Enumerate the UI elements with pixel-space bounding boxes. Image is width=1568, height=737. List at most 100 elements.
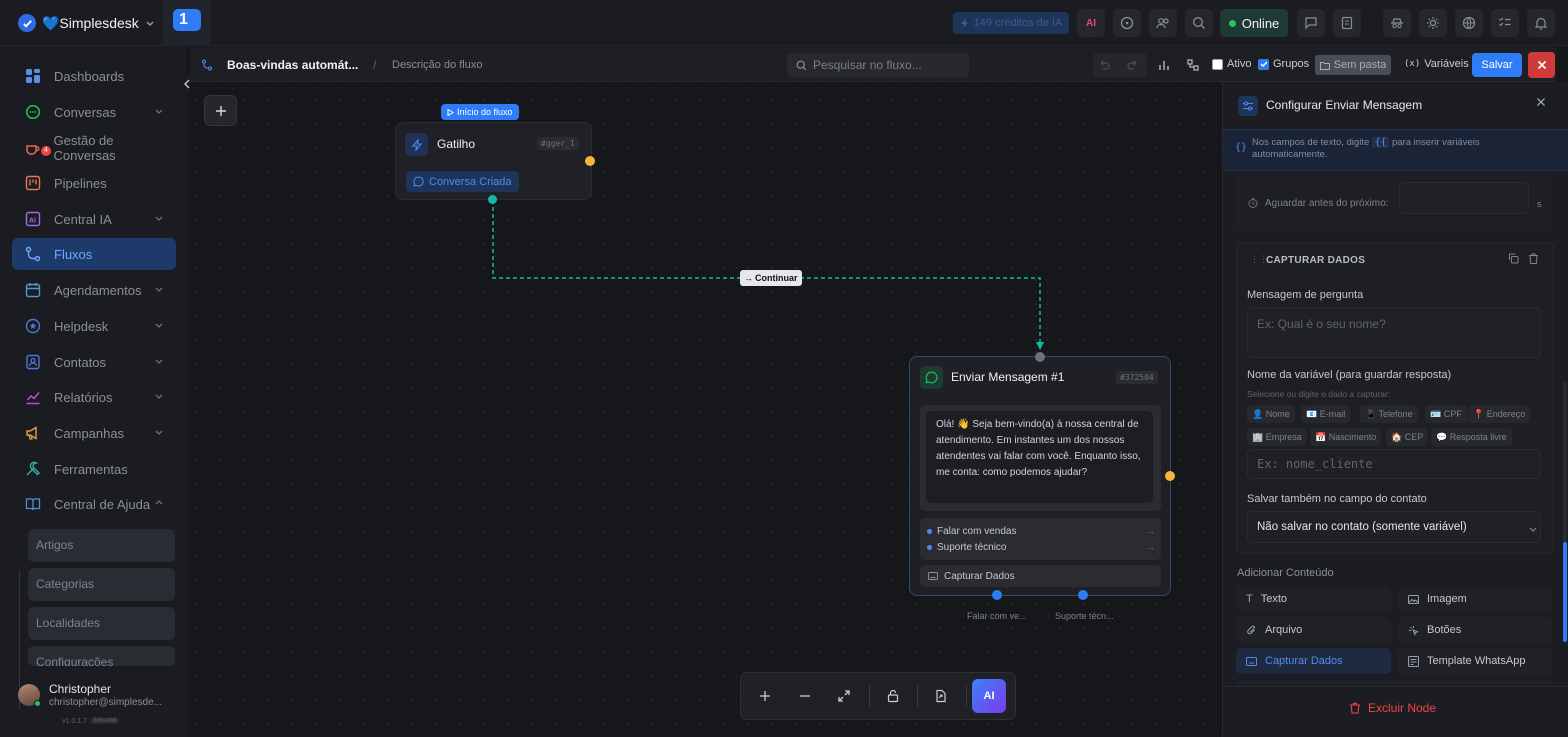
sliders-icon <box>1243 101 1253 111</box>
chevron-up-icon <box>155 500 163 505</box>
sidebar-item-gestao-conversas[interactable]: Gestão de Conversas <box>12 132 176 164</box>
canvas-controls: AI <box>740 672 1016 720</box>
send-message-node[interactable]: Enviar Mensagem #1 #372504 Olá! 👋 Seja b… <box>909 356 1171 596</box>
sidebar-item-central-ajuda[interactable]: Central de Ajuda <box>12 488 176 520</box>
duplicate-section-button[interactable] <box>1508 253 1519 264</box>
trigger-bottom-handle[interactable] <box>488 195 497 204</box>
ativo-checkbox[interactable] <box>1212 58 1223 70</box>
status-toggle[interactable]: Online <box>1220 9 1288 37</box>
trigger-event-chip[interactable]: Conversa Criada <box>406 171 519 192</box>
wait-seconds-input[interactable] <box>1399 182 1529 214</box>
variable-chip-nascimento[interactable]: 📅 Nascimento <box>1310 428 1382 446</box>
edge-label[interactable]: → Continuar <box>740 270 802 286</box>
variable-chip-endereco[interactable]: 📍 Endereço <box>1468 405 1531 423</box>
variables-icon: (x) <box>1404 59 1421 69</box>
language-button[interactable] <box>1455 9 1483 37</box>
ai-credits-badge[interactable]: 149 créditos de IA <box>953 12 1069 34</box>
message-input-handle[interactable] <box>1035 352 1045 362</box>
message-button-item[interactable]: Falar com vendas → <box>927 524 1155 538</box>
save-contact-value: Não salvar no contato (somente variável) <box>1257 521 1467 533</box>
notifications-button[interactable] <box>1527 9 1555 37</box>
message-text[interactable]: Olá! 👋 Seja bem-vindo(a) à nossa central… <box>926 411 1153 503</box>
varname-input[interactable]: Ex: nome_cliente <box>1247 449 1541 479</box>
zoom-out-button[interactable] <box>798 689 812 703</box>
variable-chip-resposta-livre[interactable]: 💬 Resposta livre <box>1431 428 1512 446</box>
sidebar-item-pipelines[interactable]: Pipelines <box>12 167 176 199</box>
add-buttons-button[interactable]: Botões <box>1398 617 1553 643</box>
sidebar-item-dashboards[interactable]: Dashboards <box>12 60 176 92</box>
submenu-item-categorias[interactable]: Categorias <box>28 568 175 601</box>
variables-button[interactable]: (x) Variáveis <box>1404 58 1469 70</box>
contacts-icon <box>24 353 42 371</box>
button-output-handle-suporte[interactable] <box>1078 590 1088 600</box>
add-file-button[interactable]: Arquivo <box>1236 617 1391 643</box>
flow-search-input[interactable]: Pesquisar no fluxo... <box>787 53 969 77</box>
ativo-toggle[interactable]: Ativo <box>1212 58 1251 70</box>
workspace-tab[interactable]: 1 <box>163 0 211 46</box>
add-image-button[interactable]: Imagem <box>1398 586 1553 612</box>
search-button[interactable] <box>1185 9 1213 37</box>
sidebar-item-agendamentos[interactable]: Agendamentos <box>12 274 176 306</box>
theme-button[interactable] <box>1419 9 1447 37</box>
zoom-in-button[interactable] <box>758 689 772 703</box>
fit-view-button[interactable] <box>837 689 851 703</box>
sidebar-item-fluxos[interactable]: Fluxos <box>12 238 176 270</box>
grupos-checkbox[interactable] <box>1258 58 1269 70</box>
variable-chip-empresa[interactable]: 🏢 Empresa <box>1247 428 1307 446</box>
variable-chip-nome[interactable]: 👤 Nome <box>1247 405 1295 423</box>
message-output-handle[interactable] <box>1165 471 1175 481</box>
trigger-node[interactable]: Gatilho #gger_1 Conversa Criada <box>395 122 592 200</box>
user-profile[interactable]: Christopher christopher@simplesde... v1.… <box>0 634 187 737</box>
notes-button[interactable] <box>1333 9 1361 37</box>
sidebar-item-campanhas[interactable]: Campanhas <box>12 417 176 449</box>
tasks-button[interactable] <box>1491 9 1519 37</box>
sidebar-item-central-ia[interactable]: AI Central IA <box>12 203 176 235</box>
submenu-item-artigos[interactable]: Artigos <box>28 529 175 562</box>
capture-data-block[interactable]: Capturar Dados <box>920 565 1161 587</box>
trigger-output-handle[interactable] <box>585 156 595 166</box>
workspace-switcher[interactable]: 💙Simplesdesk <box>18 12 155 34</box>
question-input[interactable]: Ex: Qual é o seu nome? <box>1247 307 1541 358</box>
sidebar-item-ferramentas[interactable]: Ferramentas <box>12 453 176 485</box>
variable-chip-cep[interactable]: 🏠 CEP <box>1386 428 1429 446</box>
sidebar-item-label: Pipelines <box>54 175 107 191</box>
ai-button[interactable]: AI <box>1077 9 1105 37</box>
ai-assistant-button[interactable]: AI <box>972 679 1006 713</box>
grupos-toggle[interactable]: Grupos <box>1258 58 1309 70</box>
redo-button[interactable] <box>1126 58 1140 72</box>
incognito-button[interactable] <box>1383 9 1411 37</box>
variable-chip-email[interactable]: 📧 E-mail <box>1301 405 1351 423</box>
pointer-icon <box>1409 625 1419 636</box>
add-node-button[interactable] <box>204 95 237 126</box>
sidebar-item-relatorios[interactable]: Relatórios <box>12 381 176 413</box>
undo-button[interactable] <box>1097 58 1111 72</box>
save-button[interactable]: Salvar <box>1472 53 1522 77</box>
sidebar-item-helpdesk[interactable]: Helpdesk <box>12 310 176 342</box>
close-panel-button[interactable] <box>1536 97 1546 107</box>
save-contact-select[interactable]: Não salvar no contato (somente variável) <box>1247 511 1541 543</box>
sidebar-item-contatos[interactable]: Contatos <box>12 346 176 378</box>
history-button[interactable] <box>1113 9 1141 37</box>
close-editor-button[interactable] <box>1528 52 1555 78</box>
lock-button[interactable] <box>886 689 900 703</box>
variable-chip-cpf[interactable]: 🪪 CPF <box>1425 405 1467 423</box>
export-button[interactable] <box>934 689 948 703</box>
users-icon <box>1156 18 1169 29</box>
folder-select[interactable]: Sem pasta <box>1315 55 1391 75</box>
panel-scrollbar-thumb[interactable] <box>1563 542 1567 642</box>
layout-button[interactable] <box>1186 58 1200 72</box>
team-button[interactable] <box>1149 9 1177 37</box>
message-button-item[interactable]: Suporte técnico → <box>927 540 1155 554</box>
delete-node-button[interactable]: Excluir Node <box>1349 701 1436 715</box>
variable-chip-telefone[interactable]: 📱 Telefone <box>1360 405 1418 423</box>
analytics-button[interactable] <box>1157 58 1171 72</box>
delete-section-button[interactable] <box>1528 253 1539 264</box>
messages-button[interactable] <box>1297 9 1325 37</box>
flow-title[interactable]: Boas-vindas automát... <box>227 58 358 72</box>
add-capture-data-button[interactable]: Capturar Dados <box>1236 648 1391 674</box>
button-output-handle-vendas[interactable] <box>992 590 1002 600</box>
add-template-button[interactable]: Template WhatsApp <box>1398 648 1553 674</box>
add-text-button[interactable]: T Texto <box>1236 586 1391 612</box>
sidebar-item-conversas[interactable]: Conversas <box>12 96 176 128</box>
flow-description-field[interactable]: Descrição do fluxo <box>392 59 483 71</box>
